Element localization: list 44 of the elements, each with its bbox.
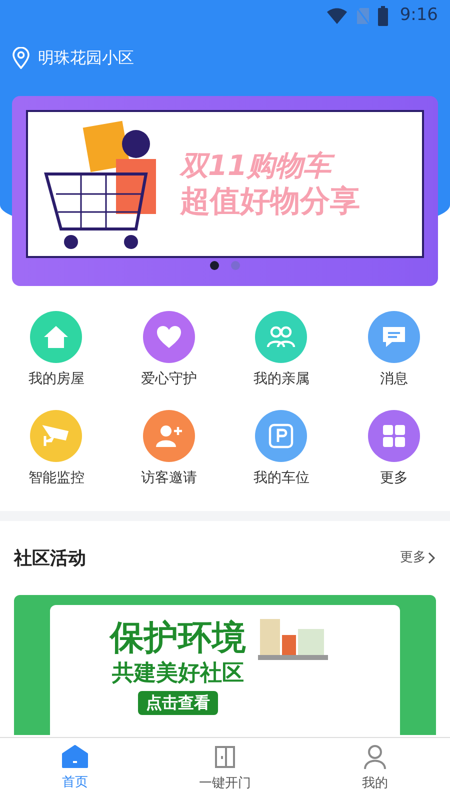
people-icon xyxy=(266,325,296,349)
more-link[interactable]: 更多 xyxy=(400,548,436,568)
view-details-button: 点击查看 xyxy=(138,691,218,715)
add-person-icon xyxy=(154,424,183,448)
service-button[interactable]: 访客邀请 xyxy=(112,410,225,489)
person-icon xyxy=(363,744,387,770)
service-button[interactable]: 我的亲属 xyxy=(225,311,338,390)
service-button[interactable]: 我的房屋 xyxy=(0,311,112,390)
activity-subheadline: 共建美好社区 xyxy=(112,660,244,687)
service-button[interactable]: 智能监控 xyxy=(0,410,112,489)
service-label: 消息 xyxy=(380,370,408,389)
activity-banner[interactable]: 保护环境 共建美好社区 点击查看 xyxy=(14,595,436,735)
nav-tab[interactable]: 一键开门 xyxy=(150,738,300,800)
buildings-drawing xyxy=(258,617,328,661)
service-button[interactable]: 爱心守护 xyxy=(112,311,225,390)
no-sim-icon xyxy=(356,7,370,25)
service-label: 我的房屋 xyxy=(28,370,84,389)
service-button[interactable]: 消息 xyxy=(338,311,450,390)
grid-icon xyxy=(382,424,406,448)
service-label: 更多 xyxy=(380,469,408,488)
camera-icon xyxy=(42,424,70,448)
chevron-right-icon xyxy=(426,552,436,564)
service-button[interactable]: 我的车位 xyxy=(225,410,338,489)
parking-icon xyxy=(268,423,294,449)
location-pin-icon xyxy=(12,47,30,69)
house-icon xyxy=(43,325,70,349)
service-label: 爱心守护 xyxy=(140,370,197,389)
heart-icon xyxy=(156,325,182,349)
status-time: 9:16 xyxy=(400,4,438,28)
service-label: 智能监控 xyxy=(28,469,84,488)
service-label: 访客邀请 xyxy=(140,469,197,488)
service-button[interactable]: 更多 xyxy=(338,410,450,489)
service-label: 我的车位 xyxy=(253,469,310,488)
activity-headline: 保护环境 xyxy=(110,617,246,660)
battery-icon xyxy=(378,6,388,26)
home-icon xyxy=(62,745,88,770)
nav-tab[interactable]: 首页 xyxy=(0,738,150,800)
door-icon xyxy=(213,744,237,770)
message-icon xyxy=(380,325,407,349)
wifi-icon xyxy=(326,8,348,24)
banner-subheadline: 超值好物分享 xyxy=(180,182,360,220)
service-label: 我的亲属 xyxy=(253,370,310,389)
section-title: 社区活动 xyxy=(14,546,86,570)
nav-tab[interactable]: 我的 xyxy=(300,738,450,800)
